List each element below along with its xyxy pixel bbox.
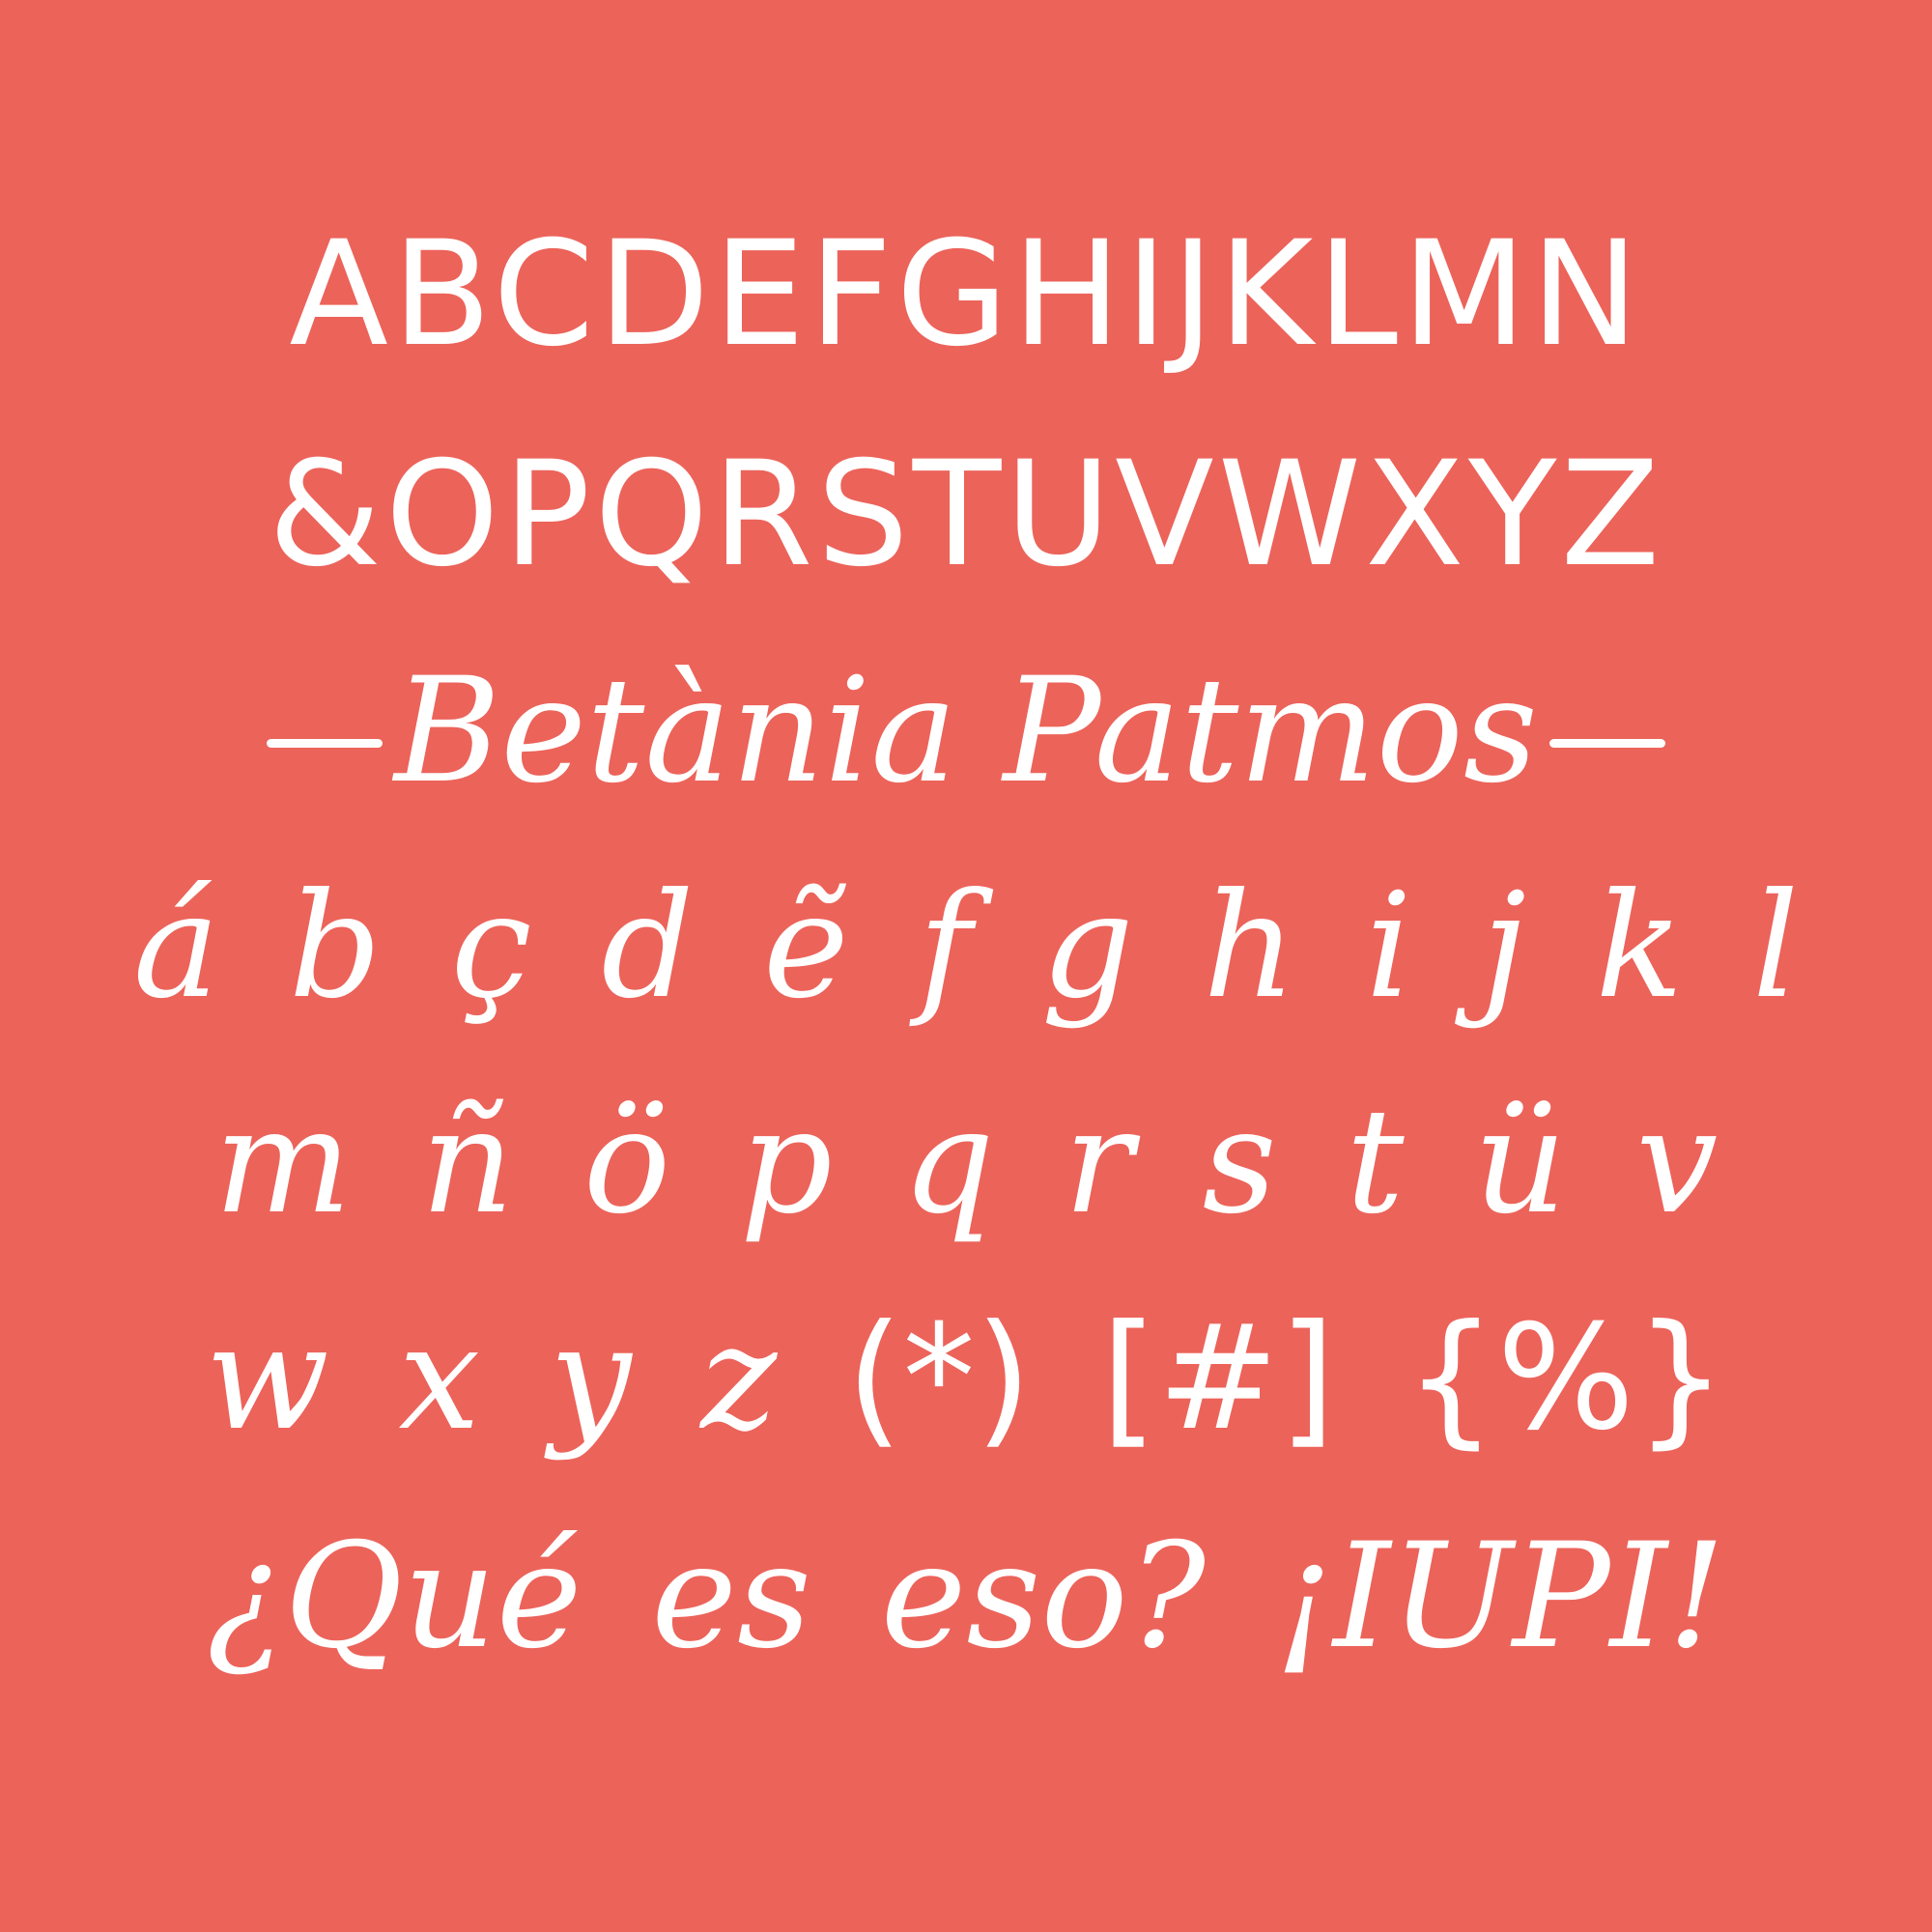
lowercase-row-3: w x y z [205,1294,778,1463]
sample-phrase: ¿Qué es eso? ¡IUPI! [206,1513,1726,1681]
lowercase-row-1: á b ç d ẽ f g h i j k l [132,863,1800,1031]
uppercase-row-1: ABCDEFGHIJKLMN [289,211,1643,379]
left-dash [267,738,384,748]
font-name: Betània Patmos [394,647,1538,815]
font-specimen: ABCDEFGHIJKLMN &OPQRSTUVWXYZ Betània Pat… [0,0,1932,1932]
font-name-row: Betània Patmos [97,659,1835,804]
uppercase-row-2: &OPQRSTUVWXYZ [268,431,1664,599]
symbols: (*) [#] {%} [845,1294,1727,1463]
lowercase-and-symbols-row: w x y z (*) [#] {%} [97,1306,1835,1451]
right-dash [1548,738,1665,748]
lowercase-row-2: m ñ ö p q r s t ü v [213,1078,1719,1246]
